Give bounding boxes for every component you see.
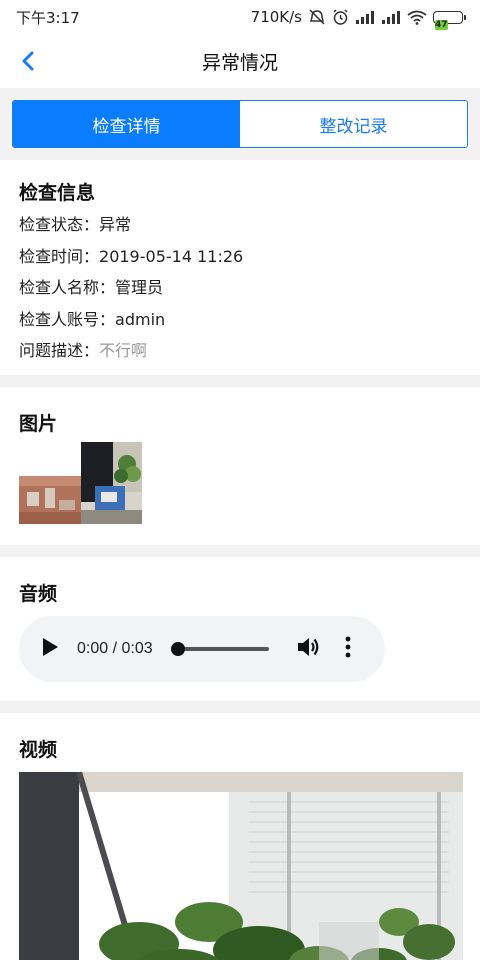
section-title-video: 视频 <box>19 739 58 761</box>
info-row-status: 检查状态：异常 <box>19 209 480 241</box>
info-value: 异常 <box>99 215 132 234</box>
info-label: 检查时间： <box>19 246 100 266</box>
video-card: 视频 <box>0 713 480 960</box>
image-thumbnail[interactable] <box>81 442 142 524</box>
battery-level: 47 <box>435 19 448 30</box>
page-title: 异常情况 <box>201 51 278 74</box>
audio-player: 0:00 / 0:03 <box>19 616 385 682</box>
play-icon[interactable] <box>41 637 59 661</box>
volume-icon[interactable] <box>297 636 321 662</box>
mute-bell-icon <box>308 9 326 25</box>
signal-icon <box>355 10 375 24</box>
info-value: 管理员 <box>115 278 164 297</box>
section-title-inspection-info: 检查信息 <box>19 182 96 204</box>
more-vertical-icon[interactable] <box>345 636 351 662</box>
tab-rectification-records[interactable]: 整改记录 <box>240 101 467 147</box>
audio-card: 音频 0:00 / 0:03 <box>0 557 480 701</box>
inspection-info-card: 检查信息 检查状态：异常 检查时间：2019-05-14 11:26 检查人名称… <box>0 160 480 375</box>
segmented-tabs: 检查详情 整改记录 <box>12 100 468 148</box>
nav-bar: 异常情况 <box>0 34 480 88</box>
images-card: 图片 <box>0 387 480 545</box>
audio-time: 0:00 / 0:03 <box>77 640 153 657</box>
section-title-audio: 音频 <box>19 583 58 605</box>
alarm-icon <box>332 9 349 25</box>
image-gallery <box>19 442 480 524</box>
info-label: 问题描述： <box>19 341 100 360</box>
info-value: 2019-05-14 11:26 <box>99 246 244 266</box>
status-time: 下午3:17 <box>16 8 80 27</box>
image-thumbnail[interactable] <box>19 442 81 524</box>
tab-inspection-details[interactable]: 检查详情 <box>13 101 240 147</box>
battery-icon: 47 <box>433 10 466 30</box>
info-value: admin <box>115 309 166 329</box>
audio-progress-slider[interactable] <box>170 642 269 656</box>
info-label: 检查人账号： <box>19 309 116 329</box>
info-label: 检查人名称： <box>19 278 116 297</box>
info-label: 检查状态： <box>19 215 100 234</box>
status-bar: 下午3:17 710K/s 47 <box>0 0 480 34</box>
info-row-inspector-account: 检查人账号：admin <box>19 304 480 336</box>
chevron-left-icon[interactable] <box>16 48 42 74</box>
info-row-inspector-name: 检查人名称：管理员 <box>19 272 480 304</box>
info-row-time: 检查时间：2019-05-14 11:26 <box>19 241 480 273</box>
video-player[interactable] <box>19 772 463 960</box>
info-value: 不行啊 <box>99 341 148 360</box>
info-row-description: 问题描述：不行啊 <box>19 335 480 367</box>
status-icons: 710K/s 47 <box>250 8 466 30</box>
audio-progress-knob[interactable] <box>170 642 185 656</box>
section-title-images: 图片 <box>19 413 58 435</box>
wifi-icon <box>407 10 427 25</box>
signal-icon-2 <box>381 10 401 24</box>
network-speed: 710K/s <box>250 8 302 26</box>
